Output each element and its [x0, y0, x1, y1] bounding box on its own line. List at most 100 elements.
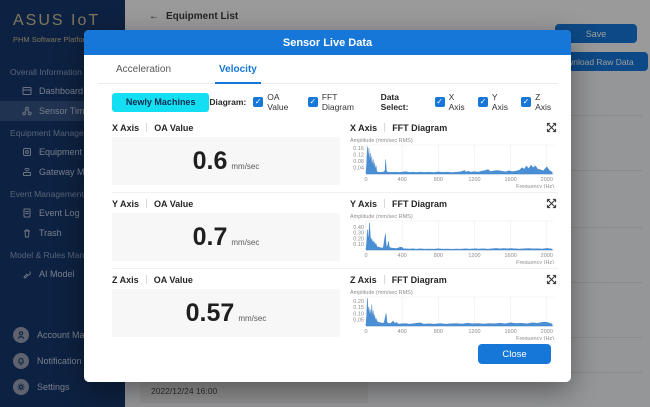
z-oa-value-panel: 0.57 mm/sec [112, 289, 340, 337]
checkbox-fft-diagram[interactable]: ✓ FFT Diagram [308, 92, 370, 112]
checkbox-z-axis[interactable]: ✓ Z Axis [521, 92, 557, 112]
checkbox-checked-icon: ✓ [308, 97, 318, 107]
checkbox-oa-value[interactable]: ✓ OA Value [253, 92, 301, 112]
y-axis-section: Y Axis OA Value 0.7 mm/sec Y Axis FFT Di… [112, 192, 558, 268]
oa-unit: mm/sec [231, 238, 259, 247]
svg-text:0.10: 0.10 [353, 311, 364, 317]
svg-text:2000: 2000 [541, 177, 553, 183]
fft-diagram-label: FFT Diagram [392, 275, 447, 285]
axis-label: Z Axis [350, 275, 377, 285]
checkbox-checked-icon: ✓ [478, 97, 488, 107]
svg-text:800: 800 [434, 177, 443, 183]
svg-text:0: 0 [364, 177, 367, 183]
header-divider [384, 199, 385, 208]
y-fft-header: Y Axis FFT Diagram [350, 196, 558, 211]
x-fft-chart: Amplitude (mm/sec RMS)0.040.080.120.1604… [350, 136, 557, 188]
diagram-label: Diagram: [209, 97, 246, 107]
oa-value-label: OA Value [154, 199, 193, 209]
svg-text:0.12: 0.12 [353, 153, 364, 159]
svg-text:0.20: 0.20 [353, 236, 364, 242]
header-divider [146, 123, 147, 132]
svg-text:0.20: 0.20 [353, 299, 364, 305]
svg-text:Amplitude (mm/sec RMS): Amplitude (mm/sec RMS) [350, 214, 413, 220]
header-divider [384, 275, 385, 284]
checkbox-checked-icon: ✓ [253, 97, 263, 107]
modal-title: Sensor Live Data [283, 37, 372, 49]
svg-text:0.10: 0.10 [353, 242, 364, 248]
svg-text:Amplitude (mm/sec RMS): Amplitude (mm/sec RMS) [350, 290, 413, 296]
axis-label: X Axis [112, 123, 139, 133]
svg-text:0: 0 [364, 329, 367, 335]
x-oa-value-panel: 0.6 mm/sec [112, 137, 340, 185]
checkbox-y-axis[interactable]: ✓ Y Axis [478, 92, 514, 112]
machine-selector-button[interactable]: Newly Machines [112, 93, 209, 112]
y-fft-block: Y Axis FFT Diagram Amplitude (mm/sec RMS… [350, 196, 558, 264]
oa-value: 0.57 [186, 289, 235, 337]
z-oa-header: Z Axis OA Value [112, 272, 340, 287]
svg-text:800: 800 [434, 329, 443, 335]
y-oa-value-block: Y Axis OA Value 0.7 mm/sec [112, 196, 340, 264]
svg-text:400: 400 [398, 253, 407, 259]
svg-text:0.04: 0.04 [353, 166, 364, 172]
screen: ASUS IoT PHM Software Platform Overall I… [0, 0, 650, 407]
x-axis-section: X Axis OA Value 0.6 mm/sec X Axis FFT Di… [112, 117, 558, 192]
svg-text:0.05: 0.05 [353, 318, 364, 324]
svg-text:400: 400 [398, 329, 407, 335]
checkbox-x-axis[interactable]: ✓ X Axis [435, 92, 471, 112]
z-fft-block: Z Axis FFT Diagram Amplitude (mm/sec RMS… [350, 272, 558, 340]
expand-fullscreen-icon[interactable] [546, 122, 557, 133]
expand-fullscreen-icon[interactable] [546, 198, 557, 209]
y-oa-header: Y Axis OA Value [112, 196, 340, 211]
svg-text:1600: 1600 [504, 329, 516, 335]
fft-diagram-label: FFT Diagram [392, 123, 447, 133]
svg-text:0.30: 0.30 [353, 231, 364, 237]
axis-label: Y Axis [112, 199, 139, 209]
svg-text:800: 800 [434, 253, 443, 259]
axis-sections: X Axis OA Value 0.6 mm/sec X Axis FFT Di… [84, 117, 571, 344]
header-divider [146, 275, 147, 284]
svg-text:1200: 1200 [468, 253, 480, 259]
svg-text:0.40: 0.40 [353, 225, 364, 231]
controls-row: Newly Machines Diagram: ✓ OA Value ✓ FFT… [84, 84, 571, 117]
svg-text:0.15: 0.15 [353, 305, 364, 311]
y-fft-chart: Amplitude (mm/sec RMS) 0.100.200.300.40 0 4… [350, 212, 557, 264]
fft-diagram-label: FFT Diagram [392, 199, 447, 209]
svg-text:Frequency (Hz): Frequency (Hz) [516, 336, 554, 340]
z-fft-chart: Amplitude (mm/sec RMS) 0.050.100.150.20 0 4… [350, 288, 557, 340]
oa-value-label: OA Value [154, 275, 193, 285]
modal-tabs: Acceleration Velocity [98, 55, 558, 84]
expand-fullscreen-icon[interactable] [546, 274, 557, 285]
svg-text:1600: 1600 [504, 177, 516, 183]
z-axis-section: Z Axis OA Value 0.57 mm/sec Z Axis FFT D… [112, 268, 558, 344]
modal-header: Sensor Live Data [84, 30, 571, 55]
checkbox-checked-icon: ✓ [435, 97, 445, 107]
diagram-data-selectors: Diagram: ✓ OA Value ✓ FFT Diagram Data S… [209, 92, 557, 112]
svg-text:2000: 2000 [541, 253, 553, 259]
x-oa-value-block: X Axis OA Value 0.6 mm/sec [112, 120, 340, 188]
svg-text:0: 0 [364, 253, 367, 259]
x-oa-header: X Axis OA Value [112, 120, 340, 135]
oa-value: 0.7 [193, 213, 228, 261]
sensor-live-data-modal: Sensor Live Data Acceleration Velocity N… [84, 30, 571, 382]
header-divider [384, 123, 385, 132]
svg-text:1600: 1600 [504, 253, 516, 259]
axis-label: Z Axis [112, 275, 139, 285]
oa-value-label: OA Value [154, 123, 193, 133]
svg-text:400: 400 [398, 177, 407, 183]
z-fft-header: Z Axis FFT Diagram [350, 272, 558, 287]
svg-text:2000: 2000 [541, 329, 553, 335]
tab-velocity[interactable]: Velocity [215, 64, 261, 84]
x-fft-block: X Axis FFT Diagram Amplitude (mm/sec RMS… [350, 120, 558, 188]
svg-text:Frequency (Hz): Frequency (Hz) [516, 184, 554, 188]
svg-text:0.16: 0.16 [353, 146, 364, 152]
close-button[interactable]: Close [478, 344, 551, 364]
z-oa-value-block: Z Axis OA Value 0.57 mm/sec [112, 272, 340, 340]
svg-text:1200: 1200 [468, 329, 480, 335]
tab-acceleration[interactable]: Acceleration [112, 64, 175, 83]
header-divider [146, 199, 147, 208]
x-fft-header: X Axis FFT Diagram [350, 120, 558, 135]
oa-value: 0.6 [193, 137, 228, 185]
axis-label: Y Axis [350, 199, 377, 209]
checkbox-checked-icon: ✓ [521, 97, 531, 107]
svg-text:Amplitude (mm/sec RMS): Amplitude (mm/sec RMS) [350, 138, 413, 144]
